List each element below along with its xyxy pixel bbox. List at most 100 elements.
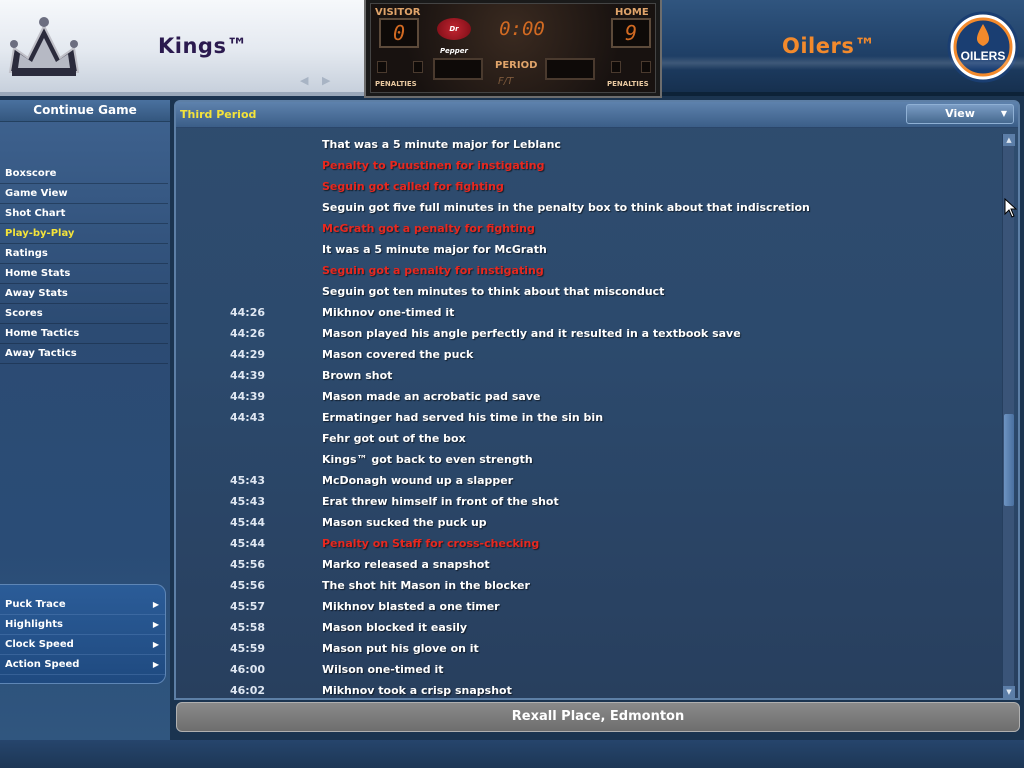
- play-description: Mason blocked it easily: [322, 621, 468, 634]
- home-penalties-label: PENALTIES: [607, 80, 649, 88]
- play-time: 45:57: [230, 600, 266, 613]
- play-description: Fehr got out of the box: [322, 432, 466, 445]
- play-description: Wilson one-timed it: [322, 663, 444, 676]
- play-description: Seguin got called for fighting: [322, 180, 504, 193]
- prev-arrow-icon[interactable]: ◀: [300, 74, 308, 87]
- play-row: Seguin got a penalty for instigating: [176, 260, 998, 281]
- sidebar-item-away-stats[interactable]: Away Stats: [0, 284, 168, 304]
- play-description: Mikhnov blasted a one timer: [322, 600, 500, 613]
- sidebar-item-home-tactics[interactable]: Home Tactics: [0, 324, 168, 344]
- play-description: McDonagh wound up a slapper: [322, 474, 514, 487]
- penalty-slot: [377, 61, 387, 73]
- play-description: It was a 5 minute major for McGrath: [322, 243, 547, 256]
- bottom-strip: [0, 740, 1024, 768]
- play-time: 44:43: [230, 411, 266, 424]
- play-description: Seguin got five full minutes in the pena…: [322, 201, 810, 214]
- play-time: 45:44: [230, 516, 266, 529]
- visitor-penalty-box: [433, 58, 483, 80]
- period-value: F/T: [498, 76, 514, 87]
- sidebar-item-home-stats[interactable]: Home Stats: [0, 264, 168, 284]
- play-time: 44:26: [230, 327, 266, 340]
- sidebar-item-shot-chart[interactable]: Shot Chart: [0, 204, 168, 224]
- playback-options-panel: Puck Trace ▶ Highlights ▶ Clock Speed ▶ Action…: [0, 584, 166, 684]
- play-description: McGrath got a penalty for fighting: [322, 222, 535, 235]
- play-row: Penalty to Puustinen for instigating: [176, 155, 998, 176]
- play-time: 44:39: [230, 369, 266, 382]
- play-row: It was a 5 minute major for McGrath: [176, 239, 998, 260]
- play-time: 44:26: [230, 306, 266, 319]
- home-banner: Oilers™ OILERS: [660, 0, 1024, 96]
- play-row: 45:58 Mason blocked it easily: [176, 617, 998, 638]
- play-description: Mason made an acrobatic pad save: [322, 390, 541, 403]
- option-action-speed[interactable]: Action Speed ▶: [0, 655, 165, 675]
- play-row: 44:39 Brown shot: [176, 365, 998, 386]
- sidebar-item-game-view[interactable]: Game View: [0, 184, 168, 204]
- play-description: Mikhnov one-timed it: [322, 306, 455, 319]
- view-label: View: [945, 107, 975, 120]
- play-row: 45:56 The shot hit Mason in the blocker: [176, 575, 998, 596]
- mouse-cursor-icon: [1004, 198, 1018, 218]
- play-row: Seguin got ten minutes to think about th…: [176, 281, 998, 302]
- vertical-scrollbar[interactable]: ▲ ▼: [1002, 134, 1015, 698]
- visitor-label: VISITOR: [375, 7, 421, 18]
- kings-crown-logo: [8, 17, 80, 76]
- home-team-name: Oilers™: [782, 34, 876, 58]
- view-dropdown-button[interactable]: View ▼: [906, 104, 1014, 124]
- play-description: Seguin got ten minutes to think about th…: [322, 285, 665, 298]
- play-description: Mason covered the puck: [322, 348, 474, 361]
- scroll-up-icon[interactable]: ▲: [1003, 134, 1015, 146]
- play-time: 46:02: [230, 684, 266, 697]
- panel-header: Third Period View ▼: [176, 102, 1018, 128]
- play-time: 44:29: [230, 348, 266, 361]
- option-puck-trace[interactable]: Puck Trace ▶: [0, 595, 165, 615]
- scoreboard: VISITOR HOME 0 Dr Pepper 0:00 9 PERIOD F…: [364, 0, 662, 98]
- play-row: 44:39 Mason made an acrobatic pad save: [176, 386, 998, 407]
- sponsor-logo: Dr Pepper: [437, 18, 471, 55]
- chevron-right-icon: ▶: [152, 640, 159, 649]
- home-label: HOME: [615, 7, 649, 18]
- play-row: 45:57 Mikhnov blasted a one timer: [176, 596, 998, 617]
- play-by-play-panel: Third Period View ▼ That was a 5 minute …: [174, 100, 1020, 700]
- sidebar-item-scores[interactable]: Scores: [0, 304, 168, 324]
- play-row: 45:43 Erat threw himself in front of the …: [176, 491, 998, 512]
- play-row: 45:44 Penalty on Staff for cross-checking: [176, 533, 998, 554]
- play-description: Penalty to Puustinen for instigating: [322, 159, 545, 172]
- chevron-right-icon: ▶: [152, 600, 159, 609]
- next-arrow-icon[interactable]: ▶: [322, 74, 330, 87]
- scroll-thumb[interactable]: [1004, 414, 1014, 506]
- visitor-score: 0: [379, 18, 419, 48]
- option-highlights[interactable]: Highlights ▶: [0, 615, 165, 635]
- play-description: That was a 5 minute major for Leblanc: [322, 138, 561, 151]
- play-time: 45:43: [230, 495, 266, 508]
- penalty-slot: [413, 61, 423, 73]
- play-time: 45:59: [230, 642, 266, 655]
- play-row: Fehr got out of the box: [176, 428, 998, 449]
- sidebar: Continue Game Boxscore Game View Shot Char…: [0, 100, 170, 740]
- play-by-play-list[interactable]: That was a 5 minute major for Leblanc Pen…: [176, 134, 998, 698]
- play-row: That was a 5 minute major for Leblanc: [176, 134, 998, 155]
- option-clock-speed[interactable]: Clock Speed ▶: [0, 635, 165, 655]
- play-row: 45:59 Mason put his glove on it: [176, 638, 998, 659]
- continue-game-button[interactable]: Continue Game: [0, 100, 170, 122]
- sidebar-item-play-by-play[interactable]: Play-by-Play: [0, 224, 168, 244]
- play-description: Brown shot: [322, 369, 393, 382]
- play-description: Kings™ got back to even strength: [322, 453, 533, 466]
- period-label: PERIOD: [495, 60, 538, 71]
- sidebar-item-ratings[interactable]: Ratings: [0, 244, 168, 264]
- visitor-penalties-label: PENALTIES: [375, 80, 417, 88]
- play-time: 45:56: [230, 558, 266, 571]
- scroll-down-icon[interactable]: ▼: [1003, 686, 1015, 698]
- option-label: Highlights: [5, 619, 63, 630]
- period-title: Third Period: [180, 108, 257, 121]
- play-row: 45:44 Mason sucked the puck up: [176, 512, 998, 533]
- game-header: Kings™ ◀ ▶ Oilers™ OILERS VISITOR HOME 0…: [0, 0, 1024, 100]
- sidebar-item-boxscore[interactable]: Boxscore: [0, 164, 168, 184]
- chevron-right-icon: ▶: [152, 620, 159, 629]
- play-description: The shot hit Mason in the blocker: [322, 579, 530, 592]
- sidebar-item-away-tactics[interactable]: Away Tactics: [0, 344, 168, 364]
- play-description: Mikhnov took a crisp snapshot: [322, 684, 512, 697]
- play-time: 45:44: [230, 537, 266, 550]
- play-time: 45:56: [230, 579, 266, 592]
- home-penalty-box: [545, 58, 595, 80]
- visitor-team-name: Kings™: [158, 34, 248, 58]
